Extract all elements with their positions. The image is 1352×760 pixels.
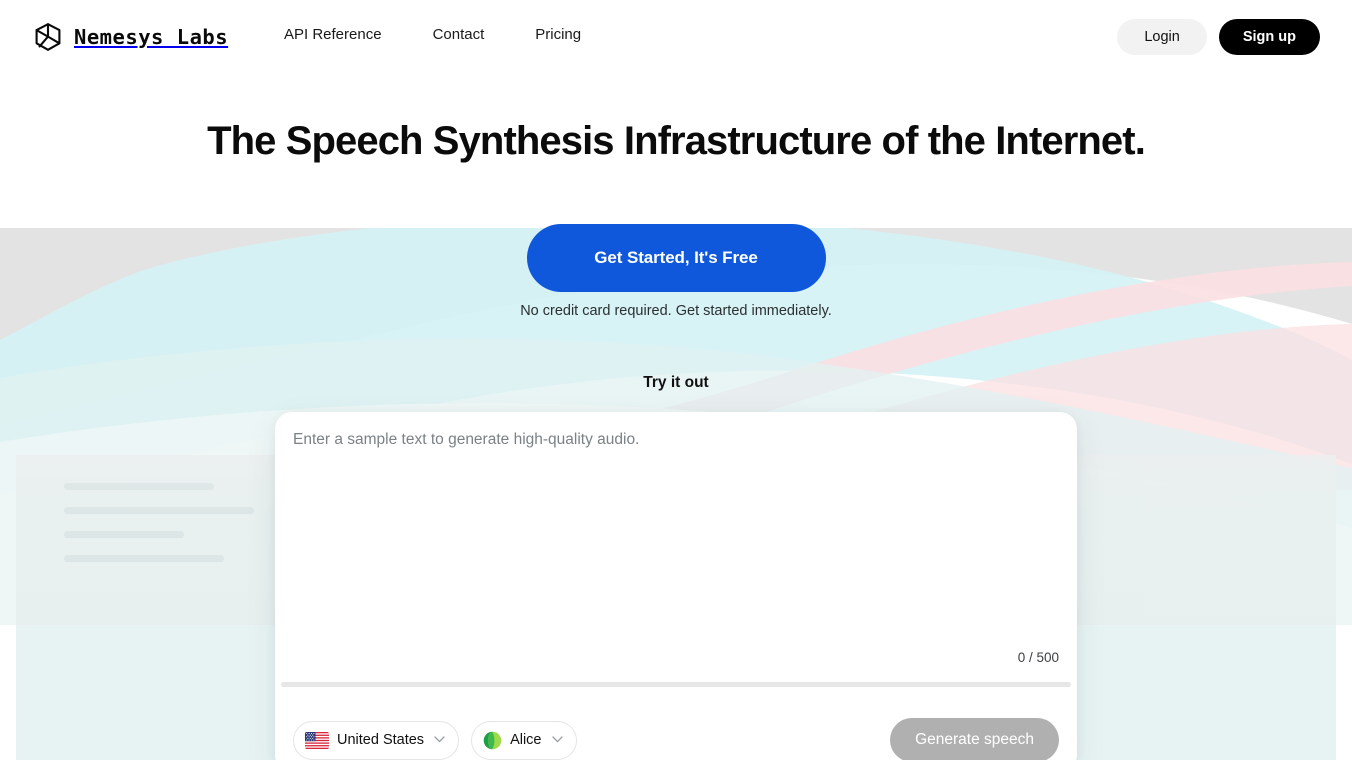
- demo-controls: United States Alice Generate speech: [275, 708, 1077, 760]
- language-select[interactable]: United States: [293, 720, 460, 760]
- voice-select-label: Alice: [510, 732, 542, 748]
- nav-link-contact[interactable]: Contact: [433, 26, 485, 43]
- generate-speech-button[interactable]: Generate speech: [890, 718, 1059, 760]
- header-actions: Login Sign up: [1117, 19, 1320, 55]
- sample-text-input[interactable]: [293, 428, 1059, 656]
- cta-note: No credit card required. Get started imm…: [520, 303, 832, 319]
- card-divider: [281, 682, 1071, 687]
- chevron-down-icon: [434, 734, 445, 746]
- voice-avatar-icon: [483, 731, 502, 750]
- cube-logo-icon: [32, 21, 64, 53]
- page-title: The Speech Synthesis Infrastructure of t…: [207, 119, 1146, 163]
- login-button[interactable]: Login: [1117, 19, 1207, 55]
- signup-button[interactable]: Sign up: [1218, 19, 1320, 55]
- get-started-button[interactable]: Get Started, It's Free: [526, 224, 826, 292]
- nav-link-pricing[interactable]: Pricing: [535, 26, 581, 43]
- site-header: Nemesys Labs API Reference Contact Prici…: [0, 0, 1352, 74]
- character-counter: 0 / 500: [1017, 650, 1059, 665]
- try-it-out-heading: Try it out: [643, 374, 709, 391]
- chevron-down-icon: [551, 734, 563, 746]
- cta-container: Get Started, It's Free: [0, 224, 1352, 292]
- us-flag-icon: [305, 731, 329, 749]
- voice-select[interactable]: Alice: [471, 720, 577, 760]
- brand-logo[interactable]: Nemesys Labs: [32, 20, 228, 54]
- demo-card: 0 / 500: [275, 412, 1077, 760]
- brand-name: Nemesys Labs: [74, 25, 229, 49]
- primary-nav: API Reference Contact Pricing: [284, 26, 581, 43]
- nav-link-api-reference[interactable]: API Reference: [284, 26, 382, 43]
- language-select-label: United States: [337, 732, 425, 748]
